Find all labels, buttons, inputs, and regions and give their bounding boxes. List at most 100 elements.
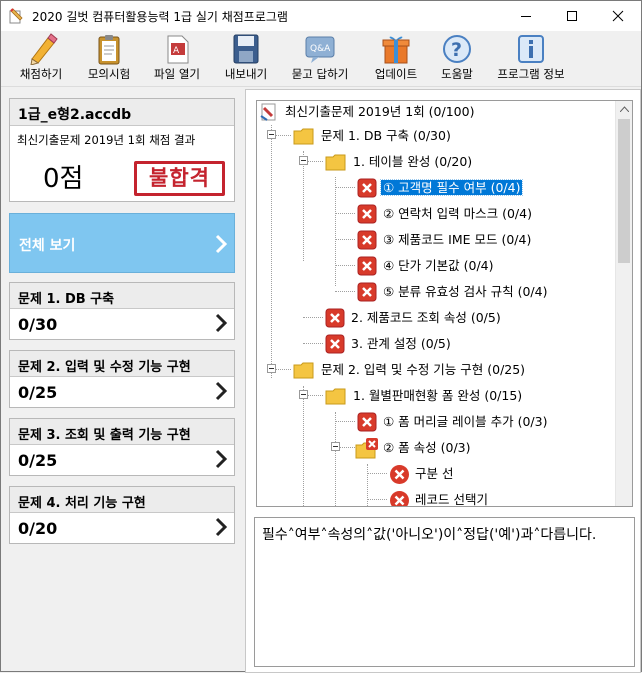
folder-icon — [325, 388, 346, 405]
update-button[interactable]: 업데이트 — [368, 33, 424, 85]
scroll-thumb[interactable] — [618, 119, 630, 263]
section-score: 0/25 — [18, 451, 58, 470]
tree-line — [303, 317, 323, 318]
maximize-button[interactable] — [549, 1, 595, 31]
error-icon — [357, 412, 377, 432]
section-card-3[interactable]: 문제 3. 조회 및 출력 기능 구현 0/25 — [9, 418, 235, 476]
help-label: 도움말 — [441, 67, 473, 81]
chevron-right-icon — [215, 381, 228, 401]
scroll-up-icon[interactable] — [620, 106, 629, 112]
section-title: 문제 2. 입력 및 수정 기능 구현 — [10, 351, 234, 377]
tree-node-label: ② 폼 속성 (0/3) — [383, 440, 471, 455]
section-title: 문제 3. 조회 및 출력 기능 구현 — [10, 419, 234, 445]
open-file-label: 파일 열기 — [154, 67, 200, 81]
collapse-toggle[interactable] — [299, 156, 308, 165]
tree-node-label: 문제 1. DB 구축 (0/30) — [321, 128, 451, 143]
tree-line — [335, 239, 355, 240]
section-card-2[interactable]: 문제 2. 입력 및 수정 기능 구현 0/25 — [9, 350, 235, 408]
tree-node-q1-1-5[interactable]: ⑤ 분류 유효성 검사 규칙 (0/4) — [355, 281, 615, 302]
folder-icon — [325, 154, 346, 171]
floppy-disk-icon — [233, 34, 259, 64]
tree-line — [367, 473, 387, 474]
error-icon — [357, 282, 377, 302]
clipboard-icon — [98, 35, 120, 65]
tree-line — [271, 125, 272, 378]
app-icon — [9, 8, 23, 24]
tree-node-q2-1[interactable]: 1. 월별판매현황 폼 완성 (0/15) — [299, 385, 609, 405]
svg-text:Q&A: Q&A — [310, 44, 331, 54]
collapse-toggle[interactable] — [267, 130, 276, 139]
tree-node-q1-1-4[interactable]: ④ 단가 기본값 (0/4) — [355, 255, 615, 276]
result-tree[interactable]: 최신기출문제 2019년 1회 (0/100) 문제 1. DB 구축 (0/3… — [256, 100, 633, 507]
chevron-right-icon — [215, 517, 228, 537]
tree-node-label: ① 고객명 필수 여부 (0/4) — [379, 179, 524, 196]
close-button[interactable] — [595, 1, 641, 31]
tree-node-q1-1-3[interactable]: ③ 제품코드 IME 모드 (0/4) — [355, 229, 615, 250]
tree-node-label: 최신기출문제 2019년 1회 (0/100) — [285, 104, 475, 119]
tree-line — [335, 412, 336, 506]
program-info-label: 프로그램 정보 — [497, 67, 565, 81]
folder-icon — [293, 362, 314, 379]
tree-node-label: ① 폼 머리글 레이블 추가 (0/3) — [383, 414, 548, 429]
error-icon — [325, 308, 345, 328]
tree-line — [335, 421, 355, 422]
folder-icon — [293, 128, 314, 145]
tree-node-q1-1[interactable]: 1. 테이블 완성 (0/20) — [299, 151, 609, 171]
collapse-toggle[interactable] — [299, 390, 308, 399]
section-score: 0/30 — [18, 315, 58, 334]
tree-node-label: 3. 관계 설정 (0/5) — [351, 336, 451, 351]
error-circle-icon — [390, 465, 409, 484]
open-file-button[interactable]: A 파일 열기 — [147, 33, 207, 85]
tree-node-label: ④ 단가 기본값 (0/4) — [383, 258, 494, 273]
tree-node-q1-3[interactable]: 3. 관계 설정 (0/5) — [323, 333, 613, 354]
help-icon: ? — [443, 35, 471, 63]
tree-node-q1-1-2[interactable]: ② 연락처 입력 마스크 (0/4) — [355, 203, 615, 224]
tree-line — [335, 291, 355, 292]
fail-stamp: 불합격 — [134, 161, 225, 196]
export-button[interactable]: 내보내기 — [219, 33, 273, 85]
mock-exam-label: 모의시험 — [87, 67, 131, 81]
tree-node-label: 2. 제품코드 조회 속성 (0/5) — [351, 310, 501, 325]
minimize-button[interactable] — [503, 1, 549, 31]
tree-node-q2-1-2-a[interactable]: 구분 선 — [387, 463, 607, 484]
tree-node-label: 1. 테이블 완성 (0/20) — [353, 154, 473, 169]
help-button[interactable]: ? 도움말 — [435, 33, 479, 85]
gift-box-icon — [382, 36, 410, 64]
tree-node-q2[interactable]: 문제 2. 입력 및 수정 기능 구현 (0/25) — [267, 359, 607, 379]
close-icon — [612, 10, 624, 22]
collapse-toggle[interactable] — [331, 442, 340, 451]
tree-node-q1[interactable]: 문제 1. DB 구축 (0/30) — [267, 125, 607, 145]
tree-node-root[interactable]: 최신기출문제 2019년 1회 (0/100) — [259, 101, 609, 121]
right-panel: 최신기출문제 2019년 1회 (0/100) 문제 1. DB 구축 (0/3… — [245, 89, 641, 673]
tree-node-q1-2[interactable]: 2. 제품코드 조회 속성 (0/5) — [323, 307, 613, 328]
result-title: 최신기출문제 2019년 1회 채점 결과 — [17, 133, 196, 147]
tree-line — [303, 343, 323, 344]
section-card-4[interactable]: 문제 4. 처리 기능 구현 0/20 — [9, 486, 235, 544]
tree-scrollbar[interactable] — [615, 101, 632, 506]
collapse-toggle[interactable] — [267, 364, 276, 373]
mock-exam-button[interactable]: 모의시험 — [83, 33, 135, 85]
qna-button[interactable]: Q&A 묻고 답하기 — [287, 33, 353, 85]
tree-node-q2-1-1[interactable]: ① 폼 머리글 레이블 추가 (0/3) — [355, 411, 615, 432]
tree-node-label: 구분 선 — [415, 466, 454, 481]
svg-text:A: A — [173, 46, 180, 56]
description-box: 필수˄여부˄속성의˄값('아니오')이˄정답('예')과˄다릅니다. — [254, 517, 635, 667]
qna-icon: Q&A — [305, 36, 335, 63]
tree-node-label: 레코드 선택기 — [415, 492, 488, 507]
tree-node-label: ③ 제품코드 IME 모드 (0/4) — [383, 232, 532, 247]
tree-line — [335, 187, 355, 188]
update-label: 업데이트 — [374, 67, 418, 81]
tree-node-q2-1-2-b[interactable]: 레코드 선택기 — [387, 489, 607, 507]
tree-node-q2-1-2[interactable]: ② 폼 속성 (0/3) — [331, 437, 611, 459]
info-icon — [518, 35, 544, 63]
section-card-1[interactable]: 문제 1. DB 구축 0/30 — [9, 282, 235, 340]
tree-line — [367, 499, 387, 500]
program-info-button[interactable]: 프로그램 정보 — [491, 33, 571, 85]
tree-node-q1-1-1[interactable]: ① 고객명 필수 여부 (0/4) — [355, 177, 615, 198]
app-window: 2020 길벗 컴퓨터활용능력 1급 실기 채점프로그램 채점하기 모의시험 A… — [0, 0, 642, 673]
error-icon — [325, 334, 345, 354]
tree-node-label: ⑤ 분류 유효성 검사 규칙 (0/4) — [383, 284, 548, 299]
section-title: 문제 4. 처리 기능 구현 — [10, 487, 234, 513]
view-all-button[interactable]: 전체 보기 — [9, 213, 235, 273]
grade-button[interactable]: 채점하기 — [15, 33, 67, 85]
